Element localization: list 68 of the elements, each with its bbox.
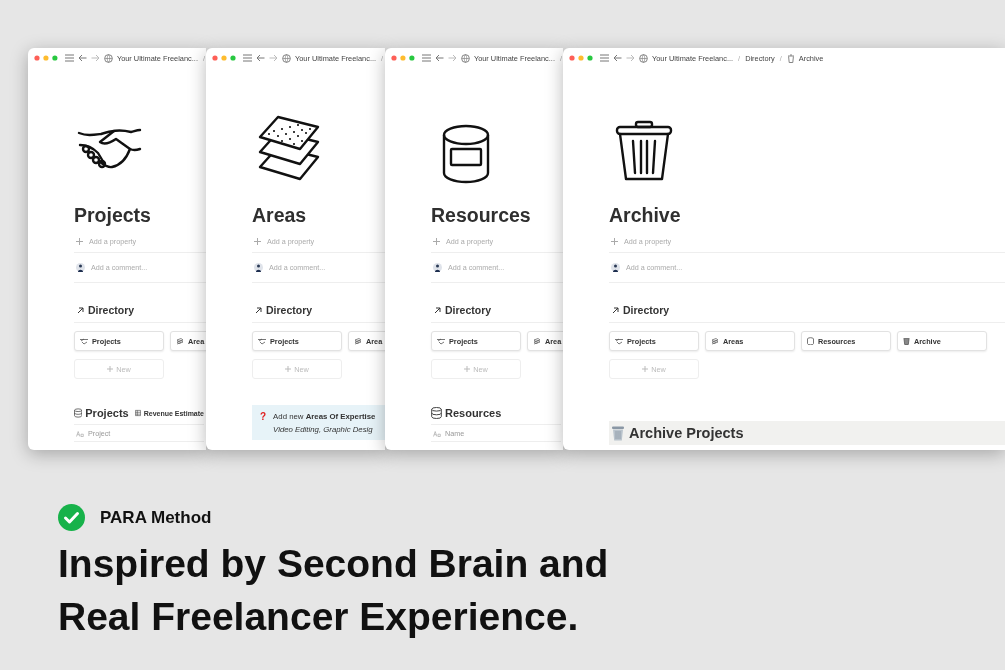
plus-icon[interactable] <box>254 237 261 245</box>
layers-icon <box>711 337 719 345</box>
plus-icon <box>285 366 292 372</box>
table-icon <box>134 409 141 417</box>
section-heading: Directory <box>445 304 492 316</box>
plus-icon[interactable] <box>433 237 440 245</box>
feature-label: PARA Method <box>100 507 212 528</box>
arrow-icon <box>612 306 619 314</box>
globe-icon <box>282 53 291 63</box>
window-controls-icon[interactable] <box>212 55 236 61</box>
menu-icon[interactable] <box>64 54 74 62</box>
trash-icon <box>611 425 625 441</box>
window-controls-icon[interactable] <box>569 55 593 61</box>
headline: Inspired by Second Brain and <box>58 541 610 587</box>
heading-block: Archive Projects <box>609 421 1005 445</box>
trash-icon <box>786 53 795 63</box>
forward-icon[interactable] <box>269 54 278 62</box>
globe-icon <box>639 53 648 63</box>
back-icon[interactable] <box>77 54 87 62</box>
back-icon[interactable] <box>256 54 265 62</box>
database-title: Projects <box>85 407 129 419</box>
forward-icon[interactable] <box>447 54 457 62</box>
menu-icon[interactable] <box>243 54 252 62</box>
menu-icon[interactable] <box>421 54 431 62</box>
globe-icon <box>103 53 113 63</box>
layers-icon <box>176 337 184 345</box>
database-icon <box>74 407 83 419</box>
arrow-icon <box>255 306 262 314</box>
handshake-icon <box>80 337 88 345</box>
back-icon[interactable] <box>434 54 444 62</box>
layers-icon <box>533 337 541 345</box>
headline: Real Freelancer Experience. <box>58 594 580 640</box>
arrow-icon <box>77 306 84 314</box>
section-heading: Directory <box>623 304 670 316</box>
handshake-icon <box>258 337 266 345</box>
section-heading: Directory <box>266 304 313 316</box>
text-property-icon <box>76 430 84 437</box>
database-icon <box>807 337 814 345</box>
window-controls-icon[interactable] <box>391 55 415 61</box>
plus-icon[interactable] <box>76 237 83 245</box>
question-mark: ? <box>260 412 267 424</box>
avatar-icon <box>76 262 85 272</box>
arrow-icon <box>434 306 441 314</box>
page-title: Projects <box>74 203 152 227</box>
handshake-icon <box>615 337 623 345</box>
trash-icon <box>903 337 910 345</box>
section-heading: Directory <box>88 304 135 316</box>
database-icon <box>431 407 442 419</box>
database-title: Resources <box>445 407 502 419</box>
back-icon[interactable] <box>613 54 622 62</box>
globe-icon <box>460 53 470 63</box>
page-title: Areas <box>252 203 308 227</box>
plus-icon[interactable] <box>611 237 618 245</box>
forward-icon[interactable] <box>626 54 635 62</box>
layers-icon <box>354 337 362 345</box>
avatar-icon <box>611 262 620 272</box>
avatar-icon <box>433 262 442 272</box>
page-title: Resources <box>431 203 532 227</box>
text-property-icon <box>433 430 441 437</box>
plus-icon <box>464 366 471 372</box>
menu-icon[interactable] <box>600 54 609 62</box>
forward-icon[interactable] <box>90 54 100 62</box>
window-controls-icon[interactable] <box>34 55 58 61</box>
avatar-icon <box>254 262 263 272</box>
plus-icon <box>642 366 649 372</box>
plus-icon <box>107 366 114 372</box>
page-title: Archive <box>609 203 682 227</box>
handshake-icon <box>437 337 445 345</box>
